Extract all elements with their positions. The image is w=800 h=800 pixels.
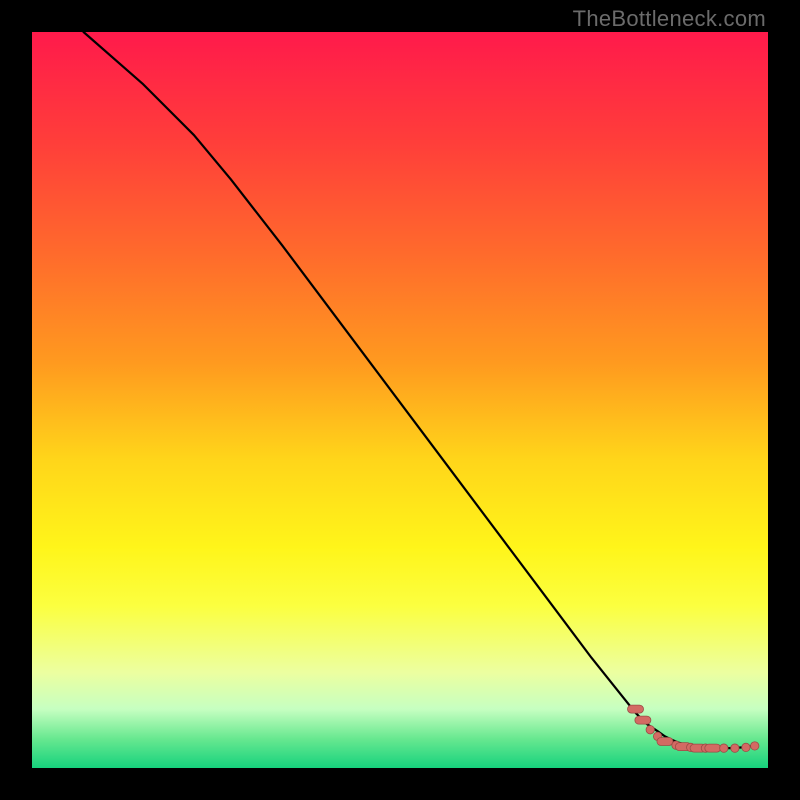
marker-group: [628, 705, 759, 752]
chart-overlay: [32, 32, 768, 768]
marker-dash: [628, 705, 644, 713]
marker-dash: [705, 744, 721, 752]
watermark-text: TheBottleneck.com: [573, 6, 766, 32]
marker-dot: [720, 744, 728, 752]
marker-dot: [751, 742, 759, 750]
marker-dash: [657, 738, 673, 746]
marker-dash: [635, 716, 651, 724]
marker-dot: [742, 743, 750, 751]
bottleneck-curve: [84, 32, 754, 748]
chart-frame: TheBottleneck.com: [0, 0, 800, 800]
marker-dot: [646, 726, 654, 734]
marker-dot: [731, 744, 739, 752]
